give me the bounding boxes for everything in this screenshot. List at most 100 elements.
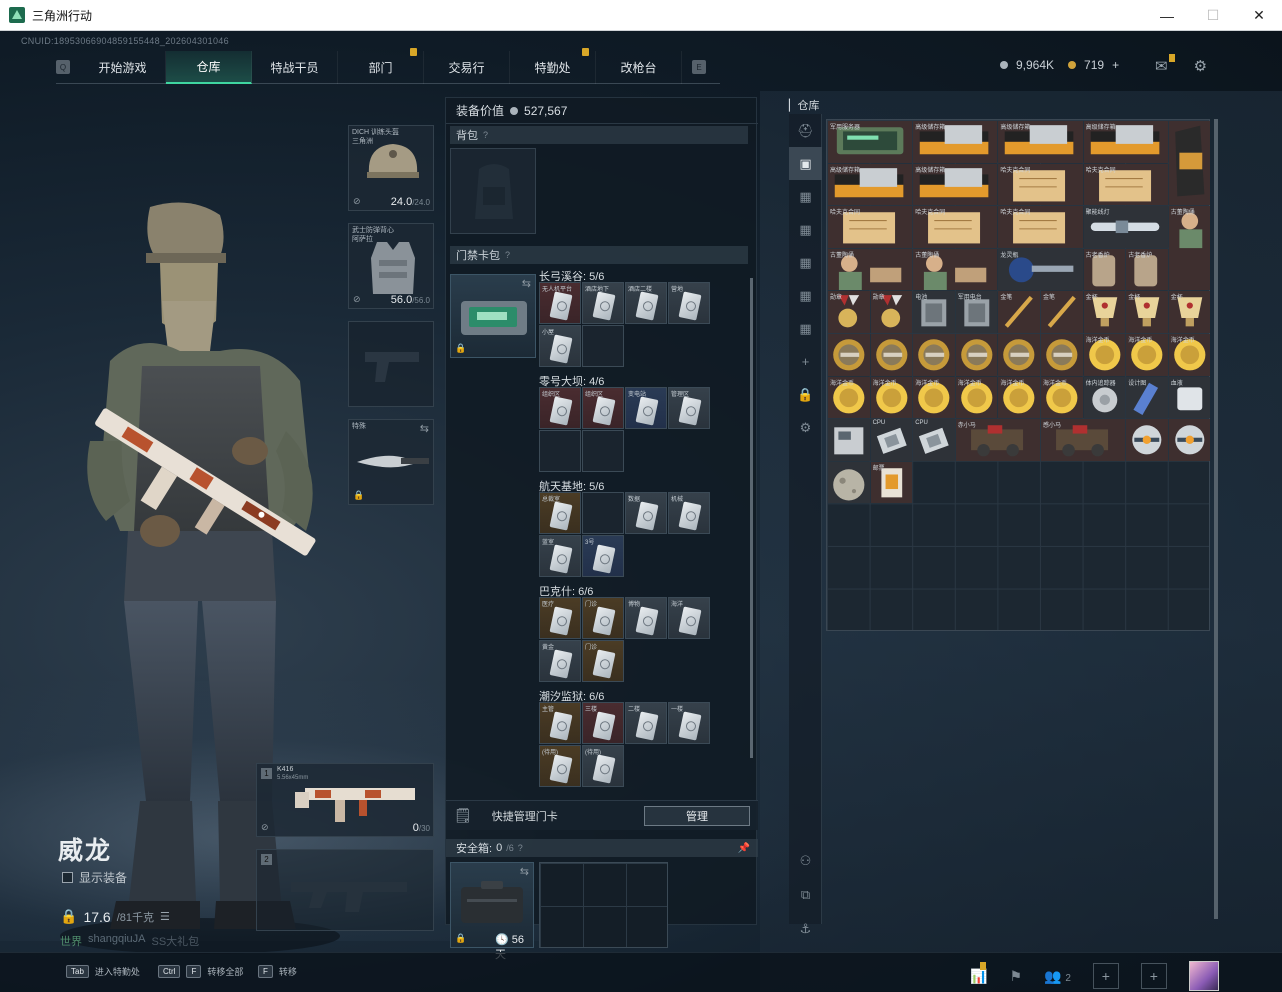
keycard-item[interactable]: 组织区 [582,387,624,429]
layers-icon[interactable]: ⧉ [789,878,822,911]
warehouse-item[interactable]: 海洋金币 [828,376,870,419]
warehouse-item[interactable]: 勋章 [870,291,913,333]
warehouse-item[interactable]: 海洋金币 [1126,334,1168,376]
warehouse-item[interactable] [913,334,955,376]
grid-icon[interactable]: ▦ [789,213,822,246]
warehouse-item[interactable]: 赤小马 [955,419,1040,461]
manage-keycards-button[interactable]: 管理 [644,806,750,826]
warehouse-item[interactable]: 金笔 [1041,291,1083,333]
hint-transfer-all[interactable]: Ctrl F 转移全部 [158,965,243,978]
warehouse-item[interactable]: 海洋金币 [955,376,998,419]
warehouse-item[interactable]: 金杯 [1083,291,1126,333]
help-icon[interactable]: ? [483,130,488,140]
camera-icon[interactable]: ▣ [789,147,822,180]
safe-box-slot[interactable]: ⇆ 🔒 🕓 56天 [450,862,534,961]
warehouse-scrollbar[interactable] [1214,119,1218,919]
keycard-item[interactable]: 医疗 [539,597,581,639]
secondary-weapon-slot[interactable]: 2 [256,849,434,931]
minimize-button[interactable]: — [1144,0,1190,31]
keycard-item[interactable]: 门诊 [582,597,624,639]
helmet-slot[interactable]: DICH 训练头盔 三角洲 ⊘ 24.0/24.0 [348,125,434,211]
keycard-item[interactable]: 机械 [668,492,710,534]
nav-tab-2[interactable]: 特战干员 [252,50,338,84]
warehouse-item[interactable]: 哈夫克合同 [1083,163,1168,206]
keycard-item[interactable]: 主管 [539,702,581,744]
nav-tab-4[interactable]: 交易行 [424,50,510,84]
loadout-scrollbar[interactable] [750,278,753,758]
nav-tab-0[interactable]: 开始游戏 [80,50,166,84]
warehouse-item[interactable]: 哈夫克合同 [913,206,998,248]
warehouse-item[interactable] [828,334,870,376]
warehouse-item[interactable]: 聚能线灯 [1083,206,1168,248]
nav-tab-6[interactable]: 改枪台 [596,50,682,84]
warehouse-item[interactable]: 海洋金币 [1041,376,1083,419]
warehouse-item[interactable] [1168,121,1211,206]
player-avatar[interactable] [1188,961,1219,991]
person-icon[interactable]: ⚇ [789,844,822,877]
melee-slot[interactable]: 特殊 ⇆ 🔒 [348,419,434,505]
keycard-item[interactable]: 数据 [625,492,667,534]
nav-tab-5[interactable]: 特勤处 [510,47,596,84]
empty-keycard-slot[interactable] [539,430,581,472]
warehouse-item[interactable]: 勋章 [828,291,870,333]
help-icon[interactable]: ? [518,843,523,853]
warehouse-item[interactable]: 古董陶俑 [1168,206,1211,291]
keycard-item[interactable]: 博物 [625,597,667,639]
warehouse-item[interactable]: 龙灵瓶 [998,248,1083,291]
empty-keycard-slot[interactable] [582,430,624,472]
warehouse-item[interactable]: 海洋金币 [913,376,955,419]
keycard-item[interactable]: 组织区 [539,387,581,429]
lock-icon[interactable]: 🔒 [789,378,822,411]
warehouse-item[interactable]: 军用电台 [955,291,998,333]
warehouse-item[interactable]: 军用服务器 [828,121,913,163]
warehouse-item[interactable]: 海洋金币 [998,376,1040,419]
warehouse-item[interactable]: 金笔 [998,291,1040,333]
warehouse-item[interactable]: 海洋金币 [1083,334,1126,376]
hint-enter-workshop[interactable]: Tab 进入特勤处 [66,965,140,978]
warehouse-item[interactable]: 海洋金币 [870,376,913,419]
warehouse-item[interactable]: 金杯 [1126,291,1168,333]
warehouse-item[interactable]: CPU [913,419,955,461]
warehouse-item[interactable]: 体内追踪器 [1083,376,1126,419]
keycard-item[interactable]: 酒店二楼 [625,282,667,324]
warehouse-item[interactable]: 电池 [913,291,955,333]
grid-icon[interactable]: ▦ [789,279,822,312]
pin-icon[interactable]: 📌 [738,843,750,854]
help-icon[interactable]: ? [505,250,510,260]
helmet-icon[interactable]: ⛑ [789,114,822,147]
close-button[interactable]: ✕ [1236,0,1282,31]
warehouse-item[interactable]: 高级储存箱 [913,163,998,206]
warehouse-item[interactable] [955,334,998,376]
warehouse-item[interactable] [828,419,870,461]
warehouse-item[interactable]: 高级储存箱 [828,163,913,206]
warehouse-item[interactable]: 血液 [1168,376,1211,419]
keycard-item[interactable]: 三楼 [582,702,624,744]
warehouse-item[interactable]: 高级储存箱 [998,121,1083,163]
armor-slot[interactable]: 武士防弹背心 阿萨拉 ⊘ 56.0/56.0 [348,223,434,309]
empty-keycard-slot[interactable] [582,492,624,534]
warehouse-item[interactable] [828,461,870,504]
nav-tab-1[interactable]: 仓库 [166,50,252,84]
keycard-item[interactable]: 小屋 [539,325,581,367]
keycard-item[interactable]: 门诊 [582,640,624,682]
maximize-button[interactable]: ☐ [1190,0,1236,31]
checkbox[interactable] [62,872,73,883]
warehouse-item[interactable]: 感小马 [1041,419,1126,461]
grid-icon[interactable]: ▦ [789,312,822,345]
hint-transfer[interactable]: F 转移 [258,965,297,978]
swap-icon[interactable]: ⇆ [420,422,429,435]
keycard-item[interactable]: 无人机平台 [539,282,581,324]
keycard-item[interactable]: 海洋 [668,597,710,639]
keycard-case-slot[interactable]: ⇆ 🔒 [450,274,536,358]
weight-list-icon[interactable]: ☰ [160,910,170,923]
warehouse-item[interactable]: 哈夫克合同 [998,206,1083,248]
warehouse-item[interactable]: 古老香炉 [1126,248,1168,291]
primary-weapon-slot[interactable]: 1 K416 5.56x45mm ⊘ 0/30 [256,763,434,837]
keycard-item[interactable]: 变电站 [625,387,667,429]
keycard-item[interactable]: 3号 [582,535,624,577]
invite-slot-button[interactable]: + [1140,963,1167,989]
show-equipment-toggle[interactable]: 显示装备 [62,869,127,886]
warehouse-item[interactable]: 高级储存箱 [1083,121,1168,163]
warehouse-item[interactable] [1168,419,1211,461]
keycard-item[interactable]: 二楼 [625,702,667,744]
